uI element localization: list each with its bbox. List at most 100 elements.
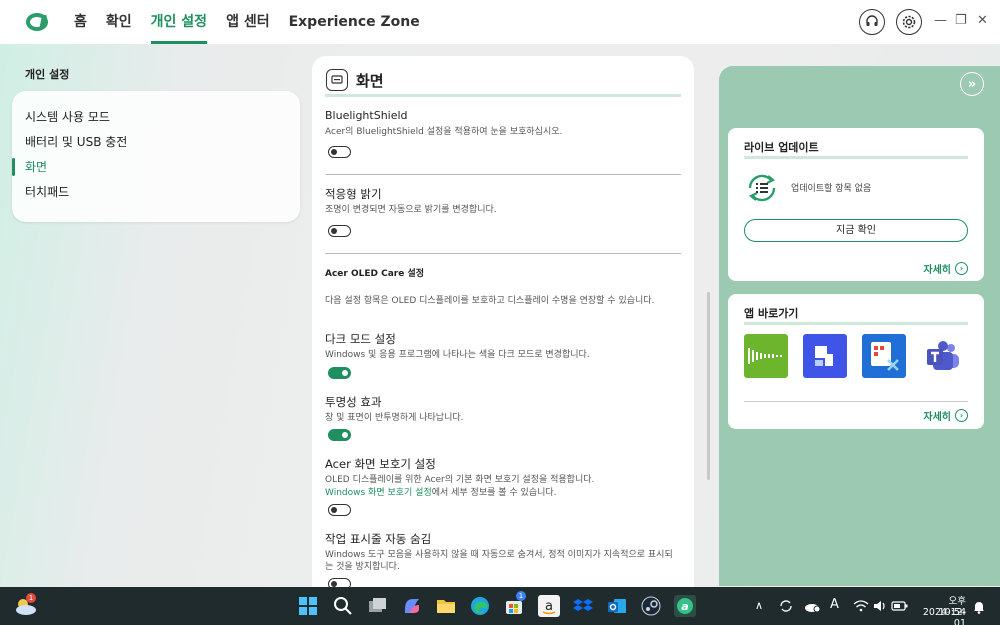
setting-taskbar-autohide: 작업 표시줄 자동 숨김 Windows 도구 모음을 사용하지 않을 때 자동… [325,532,681,573]
divider [325,174,681,175]
snipping-tool-app-icon[interactable] [862,334,906,378]
battery-icon[interactable] [891,598,909,617]
transparency-toggle[interactable] [328,429,351,441]
app-shortcuts-more-link[interactable]: 자세히 › [923,408,968,423]
bluelightshield-toggle[interactable] [328,146,351,158]
dark-mode-toggle[interactable] [328,367,351,379]
sidebar: 시스템 사용 모드 배터리 및 USB 충전 화면 터치패드 [12,91,300,222]
expand-icon[interactable]: » [960,72,984,96]
more-label: 자세히 [923,412,951,423]
dropbox-icon[interactable] [572,595,594,617]
card-divider [744,401,968,402]
adaptive-brightness-toggle[interactable] [328,225,351,237]
chevron-right-icon: › [955,409,968,422]
acer-app-taskbar-icon[interactable]: a [674,595,696,617]
main-nav: 홈 확인 개인 설정 앱 센터 Experience Zone [74,0,439,44]
setting-title: 다크 모드 설정 [325,332,396,346]
display-settings-panel: 화면 BluelightShield Acer의 BluelightShield… [312,56,694,596]
update-sync-icon [744,171,780,209]
display-icon [326,69,348,91]
setting-title: 적응형 밝기 [325,187,382,201]
setting-title: 작업 표시줄 자동 숨김 [325,532,432,546]
live-update-card: 라이브 업데이트 업데이트할 항목 없음 지금 확인 자세히 › [728,128,984,281]
screensaver-settings-link[interactable]: Windows 화면 보호기 설정 [325,488,432,498]
nav-personal-settings[interactable]: 개인 설정 [150,0,208,44]
divider [325,253,681,254]
acer-logo-icon [26,11,50,33]
edge-browser-icon[interactable] [469,595,491,617]
minimize-icon[interactable]: — [934,13,947,28]
setting-desc: OLED 디스플레이를 위한 Acer의 기본 화면 보호기 설정을 적용합니다… [325,475,595,485]
microsoft-store-icon[interactable]: 1 [503,591,526,617]
weather-icon[interactable]: 1 [14,593,38,621]
dashlane-app-icon[interactable] [803,334,847,378]
onedrive-icon[interactable] [803,598,821,618]
close-icon[interactable]: ✕ [977,13,988,28]
setting-desc: Windows 도구 모음을 사용하지 않을 때 자동으로 숨겨서, 정적 이미… [325,550,673,572]
more-label: 자세히 [923,265,951,276]
app-shortcuts-card: 앱 바로가기 자세히 › [728,294,984,429]
sidebar-item-touchpad[interactable]: 터치패드 [12,182,300,207]
setting-transparency: 투명성 효과 창 및 표면이 반투명하게 나타납니다. [325,395,681,424]
setting-desc-suffix: 에서 세부 정보를 볼 수 있습니다. [431,488,557,498]
tray-chevron-up-icon[interactable]: ∧ [755,599,763,612]
wifi-icon[interactable] [853,598,869,617]
sidebar-item-display[interactable]: 화면 [12,157,300,182]
scrollbar[interactable] [707,292,710,480]
setting-adaptive-brightness: 적응형 밝기 조명이 변경되면 자동으로 밝기를 변경합니다. [325,187,681,216]
nav-experience-zone[interactable]: Experience Zone [289,0,420,44]
nav-home[interactable]: 홈 [74,0,87,44]
setting-desc: Windows 및 응용 프로그램에 나타나는 색을 다크 모드로 변경합니다. [325,350,590,360]
check-now-button[interactable]: 지금 확인 [744,219,968,242]
setting-desc: 조명이 변경되면 자동으로 밝기를 변경합니다. [325,205,497,215]
sync-tray-icon[interactable] [778,598,794,618]
store-badge: 1 [516,591,526,601]
top-bar: 홈 확인 개인 설정 앱 센터 Experience Zone — ❐ ✕ [0,0,1000,44]
setting-desc-link-line: Windows 화면 보호기 설정에서 세부 정보를 볼 수 있습니다. [325,487,681,499]
taskbar: 1 1 a a ∧ A 오후 10:54 2024-12-01 [0,587,1000,625]
file-explorer-icon[interactable] [435,595,457,617]
weather-badge: 1 [26,593,36,603]
setting-desc: Acer의 BluelightShield 설정을 적용하여 눈을 보호하십시오… [325,127,563,137]
section-underline [325,94,681,97]
gear-icon[interactable] [896,9,922,35]
ime-indicator[interactable]: A [830,597,839,612]
setting-title: Acer 화면 보호기 설정 [325,457,436,471]
steam-icon[interactable] [640,595,662,617]
app-shortcuts-title: 앱 바로가기 [744,307,799,320]
live-update-title: 라이브 업데이트 [744,141,819,154]
task-view-icon[interactable] [366,595,388,617]
outlook-icon[interactable] [606,595,628,617]
notification-bell-icon[interactable] [972,599,986,618]
teams-app-icon[interactable] [921,334,965,378]
copilot-icon[interactable] [401,595,423,617]
sidebar-title: 개인 설정 [25,68,70,81]
group-desc: 다음 설정 항목은 OLED 디스플레이를 보호하고 디스플레이 수명을 연장할… [325,296,655,306]
headset-support-icon[interactable] [859,9,885,35]
nav-app-center[interactable]: 앱 센터 [226,0,270,44]
live-update-more-link[interactable]: 자세히 › [923,261,968,276]
setting-desc: 창 및 표면이 반투명하게 나타납니다. [325,413,464,423]
setting-oled-care-header: Acer OLED Care 설정 다음 설정 항목은 OLED 디스플레이를 … [325,267,681,307]
sidebar-item-battery-usb[interactable]: 배터리 및 USB 충전 [12,132,300,157]
svg-text:a: a [545,599,553,614]
group-title: Acer OLED Care 설정 [325,269,425,279]
amazon-icon[interactable]: a [538,595,560,617]
card-underline [744,322,968,325]
section-title: 화면 [356,71,384,90]
chevron-right-icon: › [955,262,968,275]
clock-date[interactable]: 2024-12-01 [913,607,966,625]
restore-icon[interactable]: ❐ [955,13,967,28]
sidebar-item-system-mode[interactable]: 시스템 사용 모드 [12,107,300,132]
setting-screensaver: Acer 화면 보호기 설정 OLED 디스플레이를 위한 Acer의 기본 화… [325,457,681,499]
card-underline [744,156,968,159]
setting-bluelightshield: BluelightShield Acer의 BluelightShield 설정… [325,109,681,138]
acer-audio-app-icon[interactable] [744,334,788,378]
update-status: 업데이트할 항목 없음 [791,184,872,194]
search-icon[interactable] [332,595,354,617]
nav-check[interactable]: 확인 [106,0,132,44]
windows-start-icon[interactable] [297,595,319,617]
svg-text:a: a [681,600,688,613]
screensaver-toggle[interactable] [328,504,351,516]
volume-icon[interactable] [872,598,888,617]
